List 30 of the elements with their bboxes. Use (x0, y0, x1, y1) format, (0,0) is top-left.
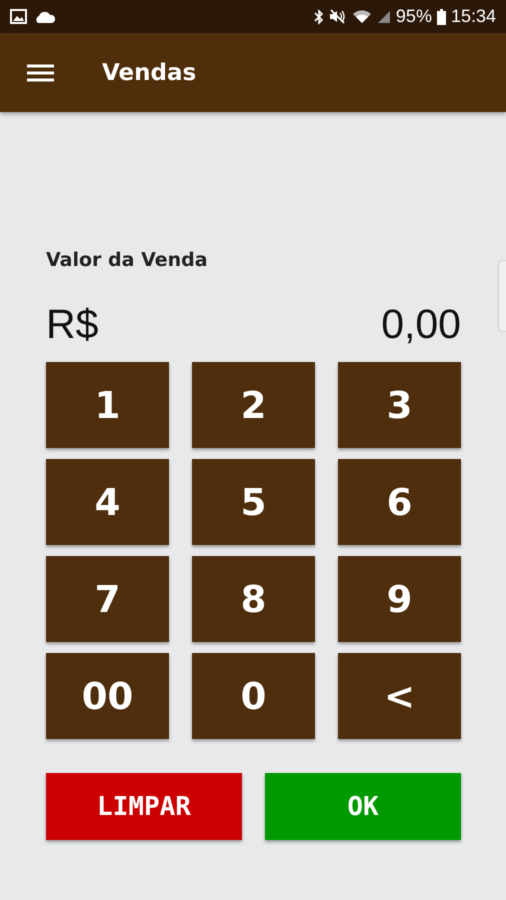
keypad-key[interactable]: < (338, 653, 461, 739)
keypad-key[interactable]: 6 (338, 459, 461, 545)
wifi-icon (352, 9, 372, 24)
mute-icon (328, 9, 347, 24)
keypad-key[interactable]: 3 (338, 362, 461, 448)
menu-icon (27, 64, 54, 82)
keypad-key[interactable]: 1 (46, 362, 169, 448)
keypad-key[interactable]: 4 (46, 459, 169, 545)
keypad-key[interactable]: 9 (338, 556, 461, 642)
image-icon (10, 9, 27, 24)
keypad-key[interactable]: 0 (192, 653, 315, 739)
battery-icon (436, 8, 446, 24)
cloud-icon (35, 10, 55, 22)
keypad-key[interactable]: 7 (46, 556, 169, 642)
keypad-key[interactable]: 00 (46, 653, 169, 739)
keypad-key[interactable]: 5 (192, 459, 315, 545)
field-label: Valor da Venda (46, 249, 209, 271)
battery-percent: 95% (396, 6, 432, 27)
keypad-key[interactable]: 2 (192, 362, 315, 448)
ok-button[interactable]: OK (265, 773, 461, 840)
clear-button[interactable]: LIMPAR (46, 773, 242, 840)
edge-handle[interactable] (498, 260, 506, 332)
screen-title: Vendas (102, 60, 196, 86)
bluetooth-icon (314, 8, 324, 24)
amount-display: 0,00 (381, 300, 461, 348)
clock: 15:34 (450, 6, 496, 27)
menu-button[interactable] (27, 62, 54, 82)
keypad-key[interactable]: 8 (192, 556, 315, 642)
currency-symbol: R$ (46, 300, 98, 348)
signal-icon (376, 10, 391, 24)
